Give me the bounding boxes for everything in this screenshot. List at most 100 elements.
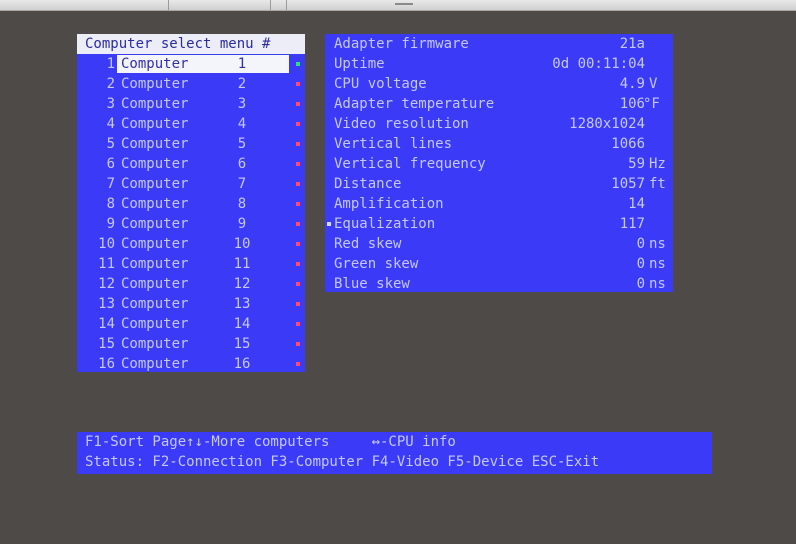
title-bar-separator	[286, 0, 287, 10]
info-unit: ns	[649, 276, 666, 292]
info-row: Amplification 14	[325, 194, 673, 214]
info-value: 0	[636, 276, 645, 292]
computer-row[interactable]: 10 Computer 10	[77, 234, 305, 254]
info-unit: Hz	[649, 156, 666, 172]
computer-number: 8	[106, 196, 115, 212]
info-label: Vertical lines	[334, 136, 453, 152]
info-row: Red skew 0 ns	[325, 234, 673, 254]
status-dot-icon	[296, 182, 300, 186]
info-value: 4.9	[619, 76, 645, 92]
computer-row[interactable]: 3 Computer 3	[77, 94, 305, 114]
computer-row[interactable]: 4 Computer 4	[77, 114, 305, 134]
computer-number: 1	[106, 56, 115, 72]
status-dot-icon	[296, 222, 300, 226]
computer-row[interactable]: 2 Computer 2	[77, 74, 305, 94]
computer-index: 9	[237, 216, 247, 232]
info-value: 1057	[611, 176, 645, 192]
computer-index: 2	[237, 76, 247, 92]
info-unit: ft	[649, 176, 666, 192]
computer-name: Computer	[121, 196, 189, 212]
cpu-info-panel: Adapter firmware 21a Uptime 0d 00:11:04 CPU …	[325, 34, 673, 292]
computer-row[interactable]: 5 Computer 5	[77, 134, 305, 154]
computer-index: 15	[233, 336, 251, 352]
computer-row[interactable]: 13 Computer 13	[77, 294, 305, 314]
info-row: Vertical lines 1066	[325, 134, 673, 154]
computer-row[interactable]: 12 Computer 12	[77, 274, 305, 294]
status-dot-icon	[296, 82, 300, 86]
status-dot-icon	[296, 122, 300, 126]
computer-row[interactable]: 9 Computer 9	[77, 214, 305, 234]
computer-row[interactable]: 8 Computer 8	[77, 194, 305, 214]
status-dot-icon	[296, 162, 300, 166]
info-label: Adapter firmware	[334, 36, 469, 52]
title-bar-separator	[168, 0, 169, 10]
computer-name: Computer	[121, 296, 189, 312]
computer-row[interactable]: 7 Computer 7	[77, 174, 305, 194]
row-marker-icon	[327, 222, 331, 226]
info-value: 0	[636, 256, 645, 272]
menu-header: Computer select menu #	[77, 34, 305, 54]
computer-name: Computer	[121, 116, 189, 132]
info-row: Green skew 0 ns	[325, 254, 673, 274]
computer-row[interactable]: 15 Computer 15	[77, 334, 305, 354]
computer-index: 11	[233, 256, 251, 272]
info-value: 1280x1024	[569, 116, 645, 132]
status-dot-icon	[296, 62, 300, 66]
computer-row[interactable]: 14 Computer 14	[77, 314, 305, 334]
info-value: 0d 00:11:04	[552, 56, 645, 72]
info-row: Adapter temperature 106 °F	[325, 94, 673, 114]
computer-name: Computer	[121, 316, 189, 332]
computer-row[interactable]: 16 Computer 16	[77, 354, 305, 374]
status-dot-icon	[296, 302, 300, 306]
computer-number: 2	[106, 76, 115, 92]
computer-row[interactable]: 11 Computer 11	[77, 254, 305, 274]
computer-row[interactable]: 6 Computer 6	[77, 154, 305, 174]
computer-name: Computer	[121, 256, 189, 272]
info-label: Vertical frequency	[334, 156, 486, 172]
computer-name: Computer	[121, 236, 189, 252]
computer-name: Computer	[121, 276, 189, 292]
computer-index: 4	[237, 116, 247, 132]
info-value: 0	[636, 236, 645, 252]
computer-row[interactable]: 1 Computer 1	[77, 54, 305, 74]
info-row: Vertical frequency 59 Hz	[325, 154, 673, 174]
computer-name: Computer	[121, 96, 189, 112]
status-line: Status: F2-Connection F3-Computer F4-Vid…	[85, 454, 600, 470]
computer-index: 5	[237, 136, 247, 152]
info-label: Equalization	[334, 216, 436, 232]
computer-number: 14	[98, 316, 115, 332]
computer-index: 3	[237, 96, 247, 112]
info-unit: V	[649, 76, 658, 92]
info-row: Video resolution 1280x1024	[325, 114, 673, 134]
status-dot-icon	[296, 242, 300, 246]
computer-name: Computer	[121, 176, 189, 192]
info-row: CPU voltage 4.9 V	[325, 74, 673, 94]
info-value: 21a	[619, 36, 645, 52]
computer-name: Computer	[121, 216, 189, 232]
computer-number: 13	[98, 296, 115, 312]
status-dot-icon	[296, 202, 300, 206]
status-dot-icon	[296, 262, 300, 266]
computer-index: 7	[237, 176, 247, 192]
info-unit: °F	[643, 96, 660, 112]
status-bar: F1-Sort Page↑↓-More computers ↔-CPU info…	[77, 432, 712, 474]
title-bar-separator	[270, 0, 271, 10]
info-value: 117	[619, 216, 645, 232]
info-row: Uptime 0d 00:11:04	[325, 54, 673, 74]
info-row: Blue skew 0 ns	[325, 274, 673, 294]
computer-number: 9	[106, 216, 115, 232]
computer-index: 10	[233, 236, 251, 252]
info-label: Video resolution	[334, 116, 469, 132]
info-label: Green skew	[334, 256, 419, 272]
computer-index: 14	[233, 316, 251, 332]
info-label: Blue skew	[334, 276, 410, 292]
window-title-bar	[0, 0, 796, 11]
title-bar-grip-icon	[395, 3, 413, 5]
computer-index: 8	[237, 196, 247, 212]
computer-index: 13	[233, 296, 251, 312]
info-unit: ns	[649, 236, 666, 252]
key-help-line: F1-Sort Page↑↓-More computers ↔-CPU info	[85, 434, 456, 450]
computer-number: 4	[106, 116, 115, 132]
info-value: 106	[619, 96, 645, 112]
computer-index: 12	[233, 276, 251, 292]
